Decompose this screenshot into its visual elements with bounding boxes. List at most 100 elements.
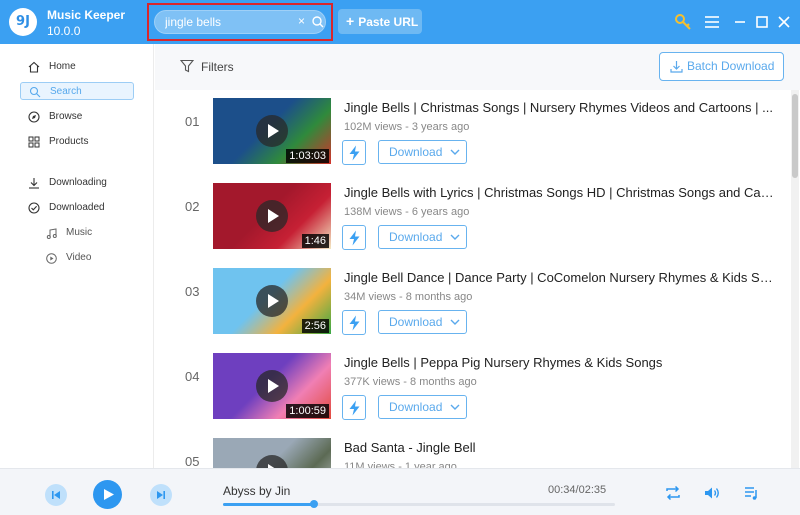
result-index: 01 (185, 114, 200, 129)
volume-icon[interactable] (702, 483, 722, 503)
play-button[interactable] (93, 480, 122, 509)
app-version: 10.0.0 (47, 24, 81, 38)
progress-knob[interactable] (310, 500, 319, 508)
download-button[interactable]: Download (378, 310, 467, 334)
paste-url-label: Paste URL (358, 15, 419, 29)
player-bar: Abyss by Jin 00:34/02:35 (0, 468, 800, 515)
chevron-down-icon (450, 234, 460, 240)
video-title[interactable]: Jingle Bells with Lyrics | Christmas Son… (344, 185, 774, 200)
download-button[interactable]: Download (378, 140, 467, 164)
batch-download-label: Batch Download (687, 59, 775, 73)
maximize-icon[interactable] (752, 12, 772, 32)
close-icon[interactable] (774, 12, 794, 32)
sidebar-item-label: Home (49, 61, 76, 72)
scrollbar-thumb[interactable] (792, 94, 798, 178)
video-thumbnail[interactable]: 1:46 (213, 183, 331, 249)
sidebar-item-label: Music (66, 227, 93, 238)
sidebar-item-search[interactable]: Search (20, 82, 134, 100)
video-title[interactable]: Jingle Bells | Peppa Pig Nursery Rhymes … (344, 355, 774, 370)
lightning-icon (349, 145, 360, 161)
video-thumbnail[interactable]: 1:03:03 (213, 98, 331, 164)
filter-icon[interactable] (180, 59, 194, 73)
sidebar-item-label: Downloading (49, 177, 107, 188)
video-thumbnail[interactable]: 1:00:59 (213, 353, 331, 419)
music-note-icon (46, 228, 57, 239)
sidebar-item-downloading[interactable]: Downloading (20, 174, 134, 192)
play-icon[interactable] (256, 115, 288, 147)
search-icon (29, 86, 41, 98)
quick-download-button[interactable] (342, 310, 366, 335)
result-index: 05 (185, 454, 200, 468)
repeat-icon[interactable] (663, 483, 683, 503)
video-duration: 2:56 (301, 319, 329, 333)
minimize-icon[interactable] (730, 12, 750, 32)
sidebar-item-browse[interactable]: Browse (20, 108, 134, 126)
video-meta: 34M views - 8 months ago (344, 291, 473, 303)
batch-download-button[interactable]: Batch Download (659, 52, 784, 81)
sidebar-item-products[interactable]: Products (20, 133, 134, 151)
result-index: 04 (185, 369, 200, 384)
progress-fill (223, 503, 315, 506)
app-logo: 9J (9, 8, 37, 36)
play-icon[interactable] (256, 285, 288, 317)
video-title[interactable]: Jingle Bells | Christmas Songs | Nursery… (344, 100, 774, 115)
play-icon (104, 489, 114, 500)
download-button[interactable]: Download (378, 395, 467, 419)
play-icon[interactable] (256, 455, 288, 468)
paste-url-button[interactable]: + Paste URL (338, 9, 422, 34)
skip-back-icon (52, 491, 60, 499)
key-icon[interactable] (673, 12, 693, 32)
video-title[interactable]: Bad Santa - Jingle Bell (344, 440, 774, 455)
video-title[interactable]: Jingle Bell Dance | Dance Party | CoCome… (344, 270, 774, 285)
chevron-down-icon (450, 149, 460, 155)
download-label: Download (389, 145, 443, 159)
sidebar-item-label: Products (49, 136, 89, 147)
result-row: 04 1:00:59 Jingle Bells | Peppa Pig Nurser… (155, 345, 790, 430)
quick-download-button[interactable] (342, 395, 366, 420)
sidebar: Home Search Browse Products Downloading … (0, 44, 154, 468)
download-button[interactable]: Download (378, 225, 467, 249)
sidebar-item-downloaded[interactable]: Downloaded (20, 199, 134, 217)
plus-icon: + (346, 13, 355, 29)
check-circle-icon (28, 202, 40, 214)
scrollbar[interactable] (791, 90, 799, 468)
track-title: Abyss by Jin (223, 484, 291, 498)
skip-forward-icon (157, 491, 165, 499)
filters-label[interactable]: Filters (201, 60, 234, 74)
video-meta: 377K views - 8 months ago (344, 376, 477, 388)
download-icon (29, 178, 39, 189)
play-icon[interactable] (256, 200, 288, 232)
download-label: Download (389, 400, 443, 414)
result-row: 02 1:46 Jingle Bells with Lyrics | Christm… (155, 175, 790, 260)
menu-icon[interactable] (702, 12, 722, 32)
lightning-icon (349, 315, 360, 331)
clear-icon[interactable]: × (298, 14, 305, 28)
home-icon (28, 61, 40, 73)
quick-download-button[interactable] (342, 225, 366, 250)
playlist-icon[interactable] (742, 483, 762, 503)
play-icon[interactable] (256, 370, 288, 402)
video-duration: 1:03:03 (286, 149, 329, 163)
result-row: 05 Bad Santa - Jingle Bell 11M views - 1 y… (155, 430, 790, 468)
result-index: 03 (185, 284, 200, 299)
sidebar-item-home[interactable]: Home (20, 58, 134, 76)
previous-button[interactable] (45, 484, 67, 506)
results-list: 01 1:03:03 Jingle Bells | Christmas Songs … (155, 90, 790, 468)
next-button[interactable] (150, 484, 172, 506)
search-box[interactable]: × (154, 10, 326, 34)
progress-bar[interactable] (223, 500, 615, 508)
sidebar-item-label: Browse (49, 111, 83, 122)
video-duration: 1:00:59 (286, 404, 329, 418)
search-icon[interactable] (311, 15, 325, 29)
video-thumbnail[interactable]: 2:56 (213, 268, 331, 334)
quick-download-button[interactable] (342, 140, 366, 165)
sidebar-item-label: Search (50, 86, 82, 97)
search-input[interactable] (165, 14, 293, 30)
video-meta: 11M views - 1 year ago (344, 461, 457, 468)
sidebar-item-label: Downloaded (49, 202, 105, 213)
grid-icon (28, 136, 40, 148)
title-bar: 9J Music Keeper 10.0.0 × +Paste URL (0, 0, 800, 44)
video-thumbnail[interactable] (213, 438, 331, 468)
result-row: 03 2:56 Jingle Bell Dance | Dance Party | … (155, 260, 790, 345)
result-row: 01 1:03:03 Jingle Bells | Christmas Songs … (155, 90, 790, 175)
